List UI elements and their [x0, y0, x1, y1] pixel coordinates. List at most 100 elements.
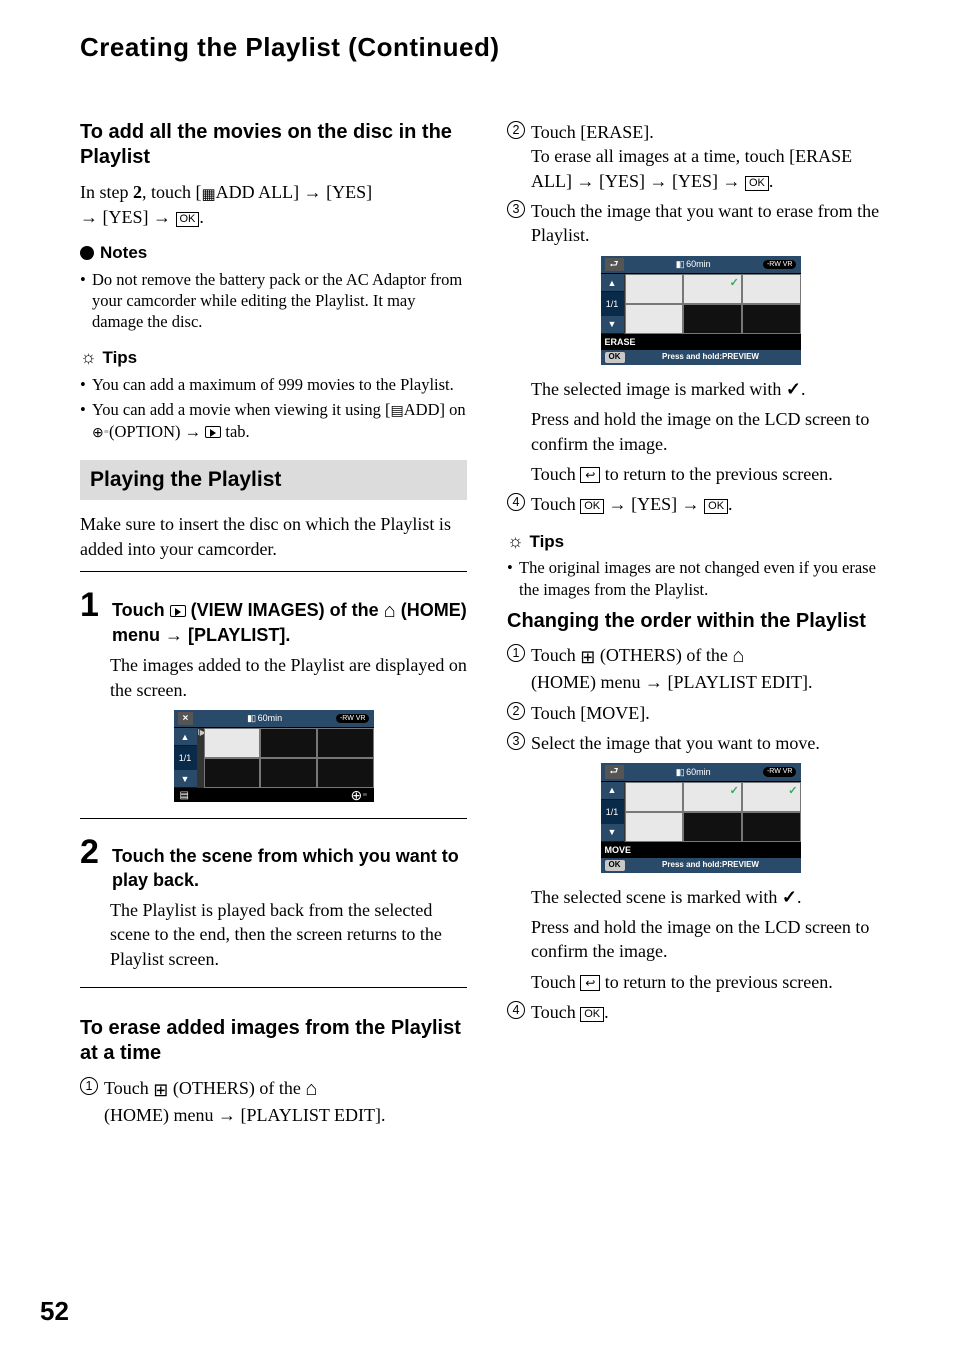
ok-button[interactable]: OK — [605, 352, 625, 363]
arrow-icon: → — [304, 182, 322, 202]
arrow-icon: → — [722, 171, 740, 191]
home-icon — [384, 600, 396, 620]
txt: The selected image is marked with . — [507, 377, 894, 401]
txt: (HOME) menu — [104, 1105, 218, 1125]
heading-add-all: To add all the movies on the disc in the… — [80, 120, 467, 170]
tip-item: The original images are not changed even… — [507, 557, 894, 600]
rw-badge: -RW VR — [763, 260, 797, 269]
thumb-cell[interactable]: ✓ — [683, 782, 742, 812]
others-icon — [580, 645, 595, 665]
txt: . — [728, 494, 733, 514]
arrow-icon: → — [576, 171, 594, 191]
txt: You can add a movie when viewing it usin… — [92, 400, 391, 419]
txt: (VIEW IMAGES) of the — [186, 600, 384, 620]
thumb-cell[interactable] — [742, 812, 801, 842]
back-icon[interactable]: ⮐ — [605, 765, 624, 779]
txt: [YES] — [98, 207, 153, 227]
thumbnail-grid[interactable]: ✓ ✓ — [625, 782, 801, 842]
continued-header: Creating the Playlist (Continued) — [80, 30, 894, 65]
step-title: Touch (VIEW IMAGES) of the (HOME) menu →… — [112, 588, 467, 647]
txt: The selected scene is marked with . — [507, 885, 894, 909]
txt: Press and hold the image on the LCD scre… — [507, 407, 894, 456]
page-number: 52 — [40, 1294, 69, 1329]
txt: The selected image is marked with — [531, 379, 786, 399]
circled-1-icon: 1 — [507, 644, 525, 662]
sub-step: 4 Touch OK. — [507, 1000, 894, 1024]
mode-label: MOVE — [601, 842, 801, 858]
thumb-cell[interactable] — [742, 304, 801, 334]
notes-list: Do not remove the battery pack or the AC… — [80, 269, 467, 333]
page-indicator: 1/1 — [601, 292, 624, 316]
thumb-cell[interactable] — [204, 728, 261, 758]
thumbnail-grid[interactable] — [204, 728, 374, 788]
arrow-icon: → — [645, 672, 663, 692]
txt: Select the image that you want to move. — [531, 733, 820, 753]
tips-list: The original images are not changed even… — [507, 557, 894, 600]
check-icon — [782, 887, 797, 907]
erase-steps-cont: 2 Touch [ERASE]. To erase all images at … — [507, 120, 894, 247]
tips-list: You can add a maximum of 999 movies to t… — [80, 374, 467, 444]
txt: (OTHERS) of the — [595, 645, 732, 665]
thumb-cell[interactable] — [317, 758, 374, 788]
txt: Touch — [531, 1002, 580, 1022]
film-small-icon[interactable]: ▤ — [180, 789, 189, 803]
thumb-cell[interactable] — [625, 812, 684, 842]
txt: Touch — [104, 1078, 153, 1098]
step-ref: 2 — [133, 182, 142, 202]
txt: Touch ↩ to return to the previous screen… — [507, 970, 894, 994]
arrow-icon: → — [185, 423, 202, 441]
sub-step: 1 Touch (OTHERS) of the (HOME) menu → [P… — [507, 643, 894, 694]
page-indicator: 1/1 — [174, 746, 197, 770]
erase-screen-mock: ⮐ 60min -RW VR ▲ 1/1 ▼ ✓ — [601, 256, 801, 365]
circled-3-icon: 3 — [507, 732, 525, 750]
thumb-cell[interactable] — [625, 274, 684, 304]
thumb-cell[interactable] — [204, 758, 261, 788]
circled-3-icon: 3 — [507, 200, 525, 218]
notes-label: Notes — [80, 242, 467, 265]
back-icon[interactable]: ⮐ — [605, 258, 624, 272]
rule — [80, 571, 467, 572]
down-button[interactable]: ▼ — [174, 770, 197, 788]
thumb-cell[interactable] — [260, 758, 317, 788]
txt: (OPTION) — [109, 422, 185, 441]
thumb-cell[interactable] — [742, 274, 801, 304]
up-button[interactable]: ▲ — [601, 782, 624, 800]
step-number: 1 — [80, 588, 104, 622]
up-button[interactable]: ▲ — [601, 274, 624, 292]
doc-icon — [391, 400, 404, 419]
txt: , touch [ — [142, 182, 201, 202]
rule — [80, 987, 467, 988]
thumb-cell[interactable] — [683, 812, 742, 842]
content-columns: To add all the movies on the disc in the… — [80, 120, 894, 1133]
up-button[interactable]: ▲ — [174, 728, 197, 746]
txt: The selected scene is marked with — [531, 887, 782, 907]
down-button[interactable]: ▼ — [601, 316, 624, 334]
arrow-icon: → — [80, 207, 98, 227]
arrow-icon: → — [153, 207, 171, 227]
thumb-cell[interactable] — [260, 728, 317, 758]
home-icon — [305, 1078, 317, 1098]
thumb-cell[interactable] — [625, 782, 684, 812]
circled-1-icon: 1 — [80, 1077, 98, 1095]
tips-label: Tips — [80, 345, 467, 370]
thumbnail-grid[interactable]: ✓ — [625, 274, 801, 334]
return-button-glyph: ↩ — [580, 467, 600, 483]
thumb-cell[interactable] — [625, 304, 684, 334]
home-icon — [732, 645, 744, 665]
thumb-cell[interactable]: ✓ — [683, 274, 742, 304]
check-icon: ✓ — [788, 784, 797, 799]
thumb-cell[interactable] — [317, 728, 374, 758]
thumb-cell[interactable] — [683, 304, 742, 334]
others-icon — [153, 1078, 168, 1098]
option-small-icon[interactable] — [350, 786, 367, 805]
check-icon: ✓ — [730, 784, 739, 799]
txt: (OTHERS) of the — [168, 1078, 305, 1098]
thumb-cell[interactable]: ✓ — [742, 782, 801, 812]
down-button[interactable]: ▼ — [601, 824, 624, 842]
close-icon[interactable]: × — [178, 712, 194, 726]
txt: (HOME) menu — [531, 672, 645, 692]
ok-button[interactable]: OK — [605, 860, 625, 871]
txt: Touch — [531, 494, 580, 514]
txt: [YES] — [627, 494, 682, 514]
txt: Touch ↩ to return to the previous screen… — [507, 462, 894, 486]
